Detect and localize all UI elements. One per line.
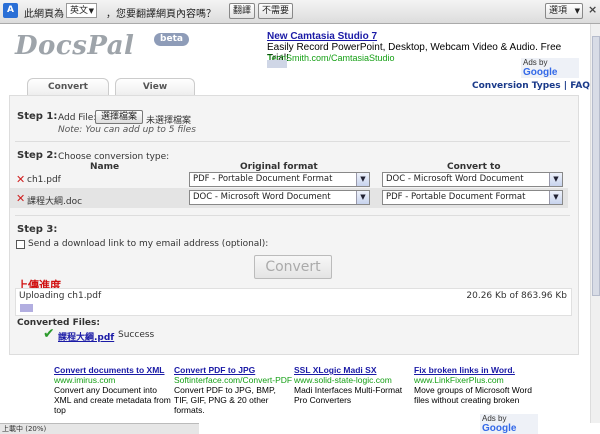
convert-to-value: PDF - Portable Document Format: [386, 192, 526, 202]
email-checkbox[interactable]: [16, 240, 25, 249]
tab-view[interactable]: View: [115, 78, 195, 95]
choose-file-button[interactable]: 選擇檔案: [95, 110, 143, 124]
tab-convert[interactable]: Convert: [27, 78, 109, 95]
conversion-type-subtitle: Choose conversion type:: [58, 152, 170, 162]
upload-progress-bar: [20, 304, 33, 312]
chevron-down-icon: ▼: [574, 7, 580, 15]
ad-unit[interactable]: Convert PDF to JPG Softinterface.com/Con…: [174, 365, 292, 415]
ad-title-link[interactable]: Convert PDF to JPG: [174, 365, 292, 375]
upload-progress-box: Uploading ch1.pdf 20.26 Kb of 863.96 Kb: [15, 288, 572, 316]
convert-to-select[interactable]: PDF - Portable Document Format ▼: [382, 190, 563, 205]
ads-by-google[interactable]: Ads by Google: [480, 414, 538, 434]
ad-description: Madi Interfaces Multi-Format Pro Convert…: [294, 385, 403, 405]
bottom-ad-block: Convert documents to XML www.imirus.com …: [52, 364, 538, 434]
conversion-status: Success: [118, 330, 155, 340]
ads-by-label: Ads by: [523, 58, 548, 67]
translate-bar: A 此網頁為 英文 ▼ ，您要翻譯網頁內容嗎？ 翻譯 不需要 選項 ▼ ×: [0, 0, 600, 24]
convert-to-value: DOC - Microsoft Word Document: [386, 174, 524, 184]
chevron-down-icon: ▼: [549, 173, 562, 186]
beta-badge: beta: [154, 33, 189, 46]
step1-label: Step 1:: [17, 111, 58, 122]
ad-title-link[interactable]: New Camtasia Studio 7: [267, 31, 377, 42]
no-translate-button[interactable]: 不需要: [258, 3, 294, 19]
step2-label: Step 2:: [17, 150, 58, 161]
remove-file-icon[interactable]: ✕: [16, 192, 25, 205]
ad-nav-arrows-icon[interactable]: [267, 60, 287, 68]
add-file-label: Add File:: [58, 113, 97, 123]
divider: [15, 215, 570, 216]
ad-unit[interactable]: Convert documents to XML www.imirus.com …: [54, 365, 172, 415]
ad-description: Move groups of Microsoft Word files with…: [414, 385, 532, 405]
original-format-select[interactable]: PDF - Portable Document Format ▼: [189, 172, 370, 187]
converted-files-title: Converted Files:: [17, 318, 100, 328]
language-value: 英文: [70, 6, 89, 16]
ad-url-link[interactable]: www.LinkFixerPlus.com: [414, 375, 532, 385]
browser-status-bar: 上載中 (20%): [0, 423, 199, 434]
original-format-value: DOC - Microsoft Word Document: [193, 192, 331, 202]
ad-unit[interactable]: Fix broken links in Word. www.LinkFixerP…: [414, 365, 532, 405]
ad-title-link[interactable]: SSL XLogic Madi SX: [294, 365, 412, 375]
original-format-value: PDF - Portable Document Format: [193, 174, 333, 184]
divider: [15, 141, 570, 142]
ad-title-link[interactable]: Convert documents to XML: [54, 365, 172, 375]
translate-prompt-text: ，您要翻譯網頁內容嗎？: [106, 9, 216, 20]
conversion-types-link[interactable]: Conversion Types: [472, 81, 561, 91]
vertical-scrollbar[interactable]: [590, 24, 600, 423]
chevron-down-icon: ▼: [356, 191, 369, 204]
remove-file-icon[interactable]: ✕: [16, 173, 25, 186]
column-convert-header: Convert to: [447, 162, 501, 172]
upload-size-text: 20.26 Kb of 863.96 Kb: [466, 291, 567, 301]
checkmark-icon: ✔: [43, 326, 55, 342]
top-links: Conversion Types | FAQ: [472, 81, 590, 91]
google-logo: Google: [523, 67, 558, 78]
file-name: ch1.pdf: [27, 175, 61, 185]
link-separator: |: [563, 81, 568, 91]
email-option-label: Send a download link to my email address…: [28, 239, 269, 249]
options-label: 選項: [549, 6, 568, 16]
top-ad-banner: New Camtasia Studio 7 Easily Record Powe…: [263, 30, 579, 78]
chevron-down-icon: ▼: [549, 191, 562, 204]
ad-url-link[interactable]: www.solid-state-logic.com: [294, 375, 412, 385]
ad-unit[interactable]: SSL XLogic Madi SX www.solid-state-logic…: [294, 365, 412, 405]
translate-button[interactable]: 翻譯: [229, 3, 256, 19]
faq-link[interactable]: FAQ: [570, 81, 590, 91]
convert-button[interactable]: Convert: [254, 255, 332, 279]
language-dropdown[interactable]: 英文 ▼: [66, 3, 97, 18]
ad-url-link[interactable]: www.imirus.com: [54, 375, 172, 385]
chevron-down-icon: ▼: [88, 7, 94, 15]
docspal-logo[interactable]: DocsPal: [15, 31, 134, 61]
column-name-header: Name: [90, 162, 120, 172]
file-name: 課程大綱.doc: [27, 197, 83, 207]
translate-this-page-text: 此網頁為: [24, 9, 64, 20]
column-original-header: Original format: [240, 162, 318, 172]
ad-description: Convert PDF to JPG, BMP, TIF, GIF, PNG &…: [174, 385, 276, 415]
ads-by-google[interactable]: Ads by Google: [521, 58, 579, 78]
upload-status-text: Uploading ch1.pdf: [19, 291, 102, 301]
google-logo: Google: [482, 423, 517, 434]
close-icon[interactable]: ×: [588, 3, 597, 16]
chevron-down-icon: ▼: [356, 173, 369, 186]
translate-icon: A: [3, 3, 18, 18]
step3-label: Step 3:: [17, 224, 58, 235]
options-button[interactable]: 選項 ▼: [545, 3, 583, 19]
scrollbar-thumb[interactable]: [592, 36, 600, 296]
file-limit-note: Note: You can add up to 5 files: [58, 125, 196, 135]
converted-file-link[interactable]: 課程大綱.pdf: [58, 330, 114, 343]
convert-to-select[interactable]: DOC - Microsoft Word Document ▼: [382, 172, 563, 187]
ad-description: Convert any Document into XML and create…: [54, 385, 171, 415]
ad-title-link[interactable]: Fix broken links in Word.: [414, 365, 532, 375]
ad-url-link[interactable]: Softinterface.com/Convert-PDF-: [174, 375, 292, 385]
ads-by-label: Ads by: [482, 414, 507, 423]
original-format-select[interactable]: DOC - Microsoft Word Document ▼: [189, 190, 370, 205]
